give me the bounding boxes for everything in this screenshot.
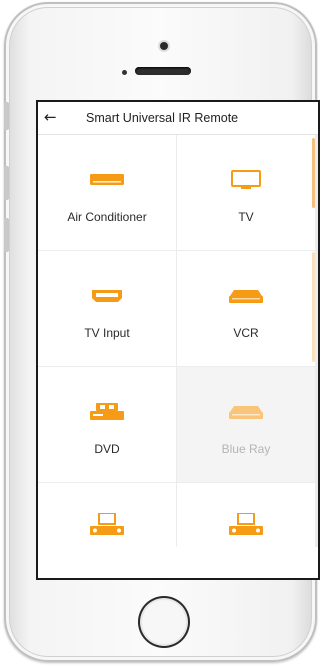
sensor-icon bbox=[122, 70, 127, 75]
device-tile-home-theater[interactable] bbox=[38, 483, 176, 547]
device-label: TV Input bbox=[84, 326, 130, 340]
earpiece-speaker bbox=[135, 67, 191, 75]
blue-ray-icon bbox=[229, 406, 263, 419]
tv-input-icon bbox=[92, 290, 122, 302]
device-label: Air Conditioner bbox=[67, 210, 147, 224]
device-grid: Air Conditioner TV TV Input VCR DVD Blue… bbox=[38, 135, 318, 547]
air-conditioner-icon bbox=[90, 174, 124, 185]
app-bar: ← Smart Universal IR Remote bbox=[38, 102, 318, 135]
device-label: TV bbox=[238, 210, 254, 224]
device-tile-tv[interactable]: TV bbox=[177, 135, 315, 250]
home-theater-icon bbox=[229, 513, 263, 535]
device-label: VCR bbox=[233, 326, 259, 340]
device-tile-dvd[interactable]: DVD bbox=[38, 367, 176, 482]
app-screen: ← Smart Universal IR Remote Air Conditio… bbox=[36, 100, 320, 580]
device-tile-blue-ray[interactable]: Blue Ray bbox=[177, 367, 315, 482]
home-button[interactable] bbox=[138, 596, 190, 648]
device-label: Blue Ray bbox=[221, 442, 271, 456]
scrollbar-thumb[interactable] bbox=[312, 138, 315, 208]
device-tile-tv-input[interactable]: TV Input bbox=[38, 251, 176, 366]
mute-switch bbox=[4, 102, 9, 130]
device-tile-air-conditioner[interactable]: Air Conditioner bbox=[38, 135, 176, 250]
volume-up-button bbox=[4, 166, 9, 200]
back-arrow-icon[interactable]: ← bbox=[44, 108, 57, 126]
device-tile-vcr[interactable]: VCR bbox=[177, 251, 315, 366]
tv-icon bbox=[231, 170, 261, 189]
scrollbar-track bbox=[312, 252, 315, 362]
phone-frame: ← Smart Universal IR Remote Air Conditio… bbox=[4, 2, 320, 662]
page-title: Smart Universal IR Remote bbox=[86, 111, 239, 125]
device-tile-home-theater[interactable] bbox=[177, 483, 315, 547]
home-theater-icon bbox=[90, 513, 124, 535]
volume-down-button bbox=[4, 218, 9, 252]
device-label: DVD bbox=[94, 442, 120, 456]
dvd-icon bbox=[90, 403, 124, 420]
vcr-icon bbox=[229, 290, 263, 303]
front-camera-icon bbox=[160, 42, 168, 50]
